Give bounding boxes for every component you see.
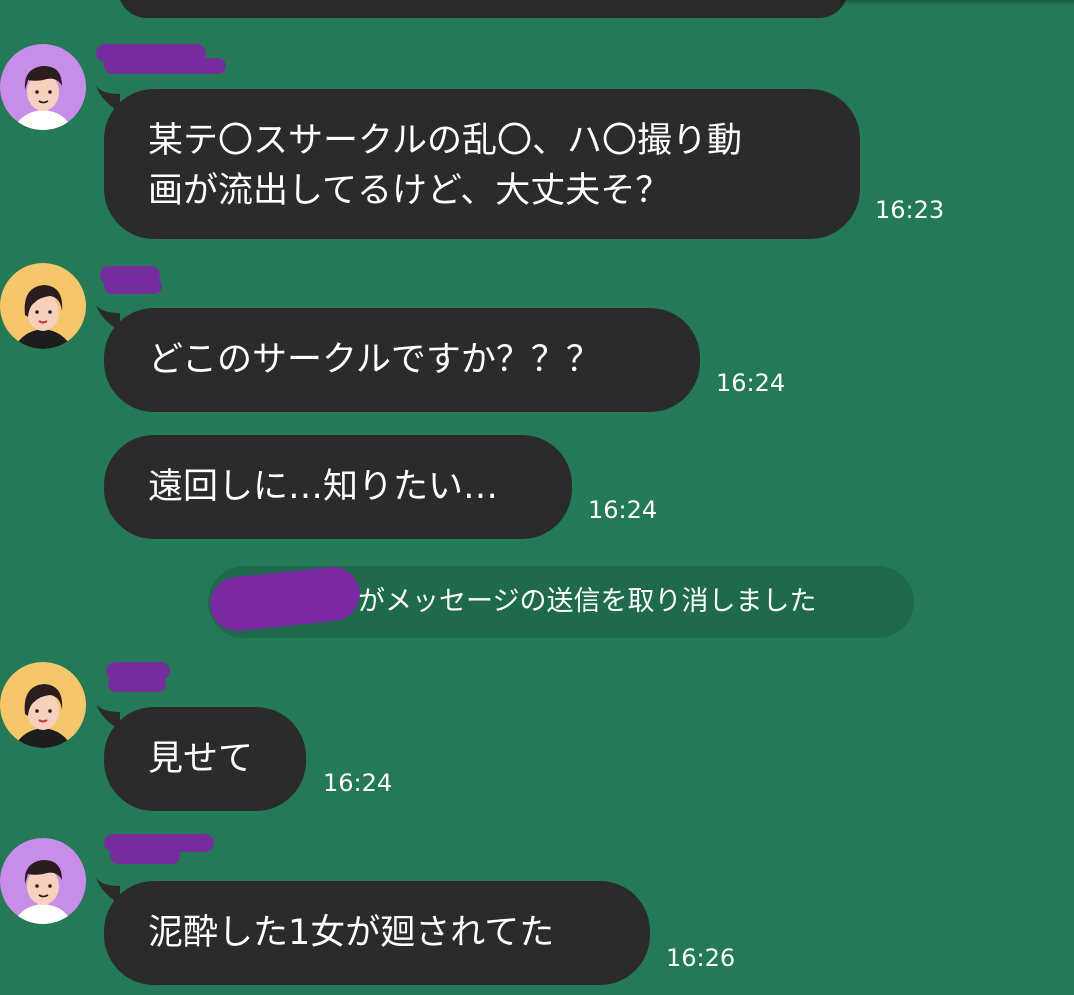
woman-avatar-icon	[0, 662, 86, 748]
message-time: 16:24	[323, 769, 393, 797]
man-avatar-icon	[0, 838, 86, 924]
sender-name-redacted	[110, 848, 180, 864]
woman-avatar-icon	[0, 263, 86, 349]
sender-avatar[interactable]	[0, 263, 86, 349]
message-time: 16:26	[666, 944, 736, 972]
header-shadow	[840, 0, 1074, 6]
message-time: 16:23	[875, 196, 945, 224]
sender-name-redacted	[104, 278, 162, 294]
message-time: 16:24	[588, 496, 658, 524]
message-bubble[interactable]: 見せて	[104, 707, 306, 811]
message-time: 16:24	[716, 369, 786, 397]
message-bubble[interactable]: 遠回しに…知りたい…	[104, 435, 572, 539]
sender-name-redacted	[108, 676, 166, 692]
sender-name-redacted	[104, 58, 226, 74]
sender-avatar[interactable]	[0, 662, 86, 748]
message-bubble[interactable]: どこのサークルですか？？？	[104, 308, 700, 412]
man-avatar-icon	[0, 44, 86, 130]
previous-message-bubble[interactable]	[118, 0, 848, 18]
message-bubble[interactable]: 泥酔した1女が廻されてた	[104, 881, 650, 985]
sender-avatar[interactable]	[0, 44, 86, 130]
sender-avatar[interactable]	[0, 838, 86, 924]
message-bubble[interactable]: 某テ〇スサークルの乱〇、ハ〇撮り動 画が流出してるけど、大丈夫そ？	[104, 89, 860, 239]
